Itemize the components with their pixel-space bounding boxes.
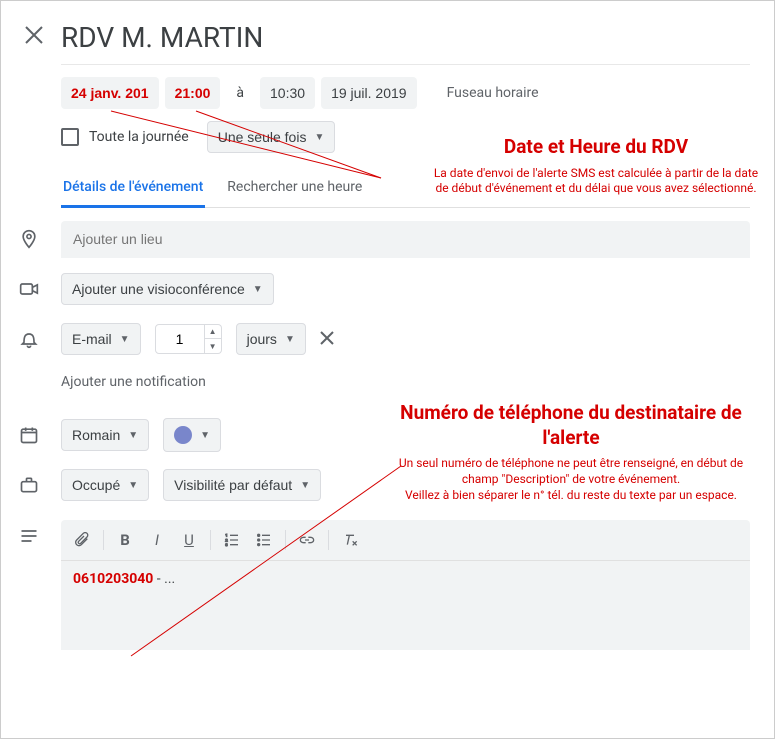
notification-value-stepper[interactable]: ▲ ▼ <box>155 324 222 354</box>
event-title[interactable]: RDV M. MARTIN <box>61 21 263 54</box>
availability-select[interactable]: Occupé▼ <box>61 469 149 501</box>
start-time-chip[interactable]: 21:00 <box>165 77 221 109</box>
recurrence-select[interactable]: Une seule fois▼ <box>207 121 336 153</box>
time-separator: à <box>226 77 254 109</box>
location-input[interactable] <box>61 221 750 258</box>
start-date-chip[interactable]: 24 janv. 201 <box>61 77 159 109</box>
bell-icon <box>17 329 41 349</box>
attach-icon[interactable] <box>67 526 97 554</box>
visibility-select[interactable]: Visibilité par défaut▼ <box>163 469 321 501</box>
remove-notification-button[interactable] <box>320 329 334 350</box>
notification-unit-select[interactable]: jours▼ <box>236 323 306 355</box>
add-notification-button[interactable]: Ajouter une notification <box>61 370 750 394</box>
description-icon <box>17 526 41 546</box>
color-dot <box>174 426 192 444</box>
end-time-chip[interactable]: 10:30 <box>260 77 315 109</box>
bullet-list-icon[interactable] <box>249 526 279 554</box>
allday-checkbox[interactable] <box>61 128 79 146</box>
numbered-list-icon[interactable]: 123 <box>217 526 247 554</box>
calendar-icon <box>17 425 41 445</box>
bold-icon[interactable]: B <box>110 526 140 554</box>
stepper-down[interactable]: ▼ <box>205 339 221 353</box>
svg-text:3: 3 <box>225 542 227 547</box>
close-button[interactable] <box>25 25 43 50</box>
clear-format-icon[interactable] <box>335 526 365 554</box>
video-icon <box>17 279 41 299</box>
underline-icon[interactable]: U <box>174 526 204 554</box>
calendar-owner-select[interactable]: Romain▼ <box>61 419 149 451</box>
video-conference-select[interactable]: Ajouter une visioconférence▼ <box>61 273 274 305</box>
tab-details[interactable]: Détails de l'événement <box>61 169 205 208</box>
end-date-chip[interactable]: 19 juil. 2019 <box>321 77 417 109</box>
briefcase-icon <box>17 475 41 495</box>
location-icon <box>17 229 41 249</box>
notification-method-select[interactable]: E-mail▼ <box>61 323 141 355</box>
italic-icon[interactable]: I <box>142 526 172 554</box>
allday-label: Toute la journée <box>89 129 189 145</box>
timezone-link[interactable]: Fuseau horaire <box>437 77 549 109</box>
description-content[interactable]: 0610203040 - ... <box>61 561 750 597</box>
link-icon[interactable] <box>292 526 322 554</box>
notification-value-input[interactable] <box>155 324 205 354</box>
tab-find-time[interactable]: Rechercher une heure <box>225 169 364 208</box>
phone-number: 0610203040 <box>73 571 153 587</box>
stepper-up[interactable]: ▲ <box>205 325 221 339</box>
calendar-color-select[interactable]: ▼ <box>163 418 221 452</box>
description-area[interactable]: B I U 123 <box>61 520 750 650</box>
